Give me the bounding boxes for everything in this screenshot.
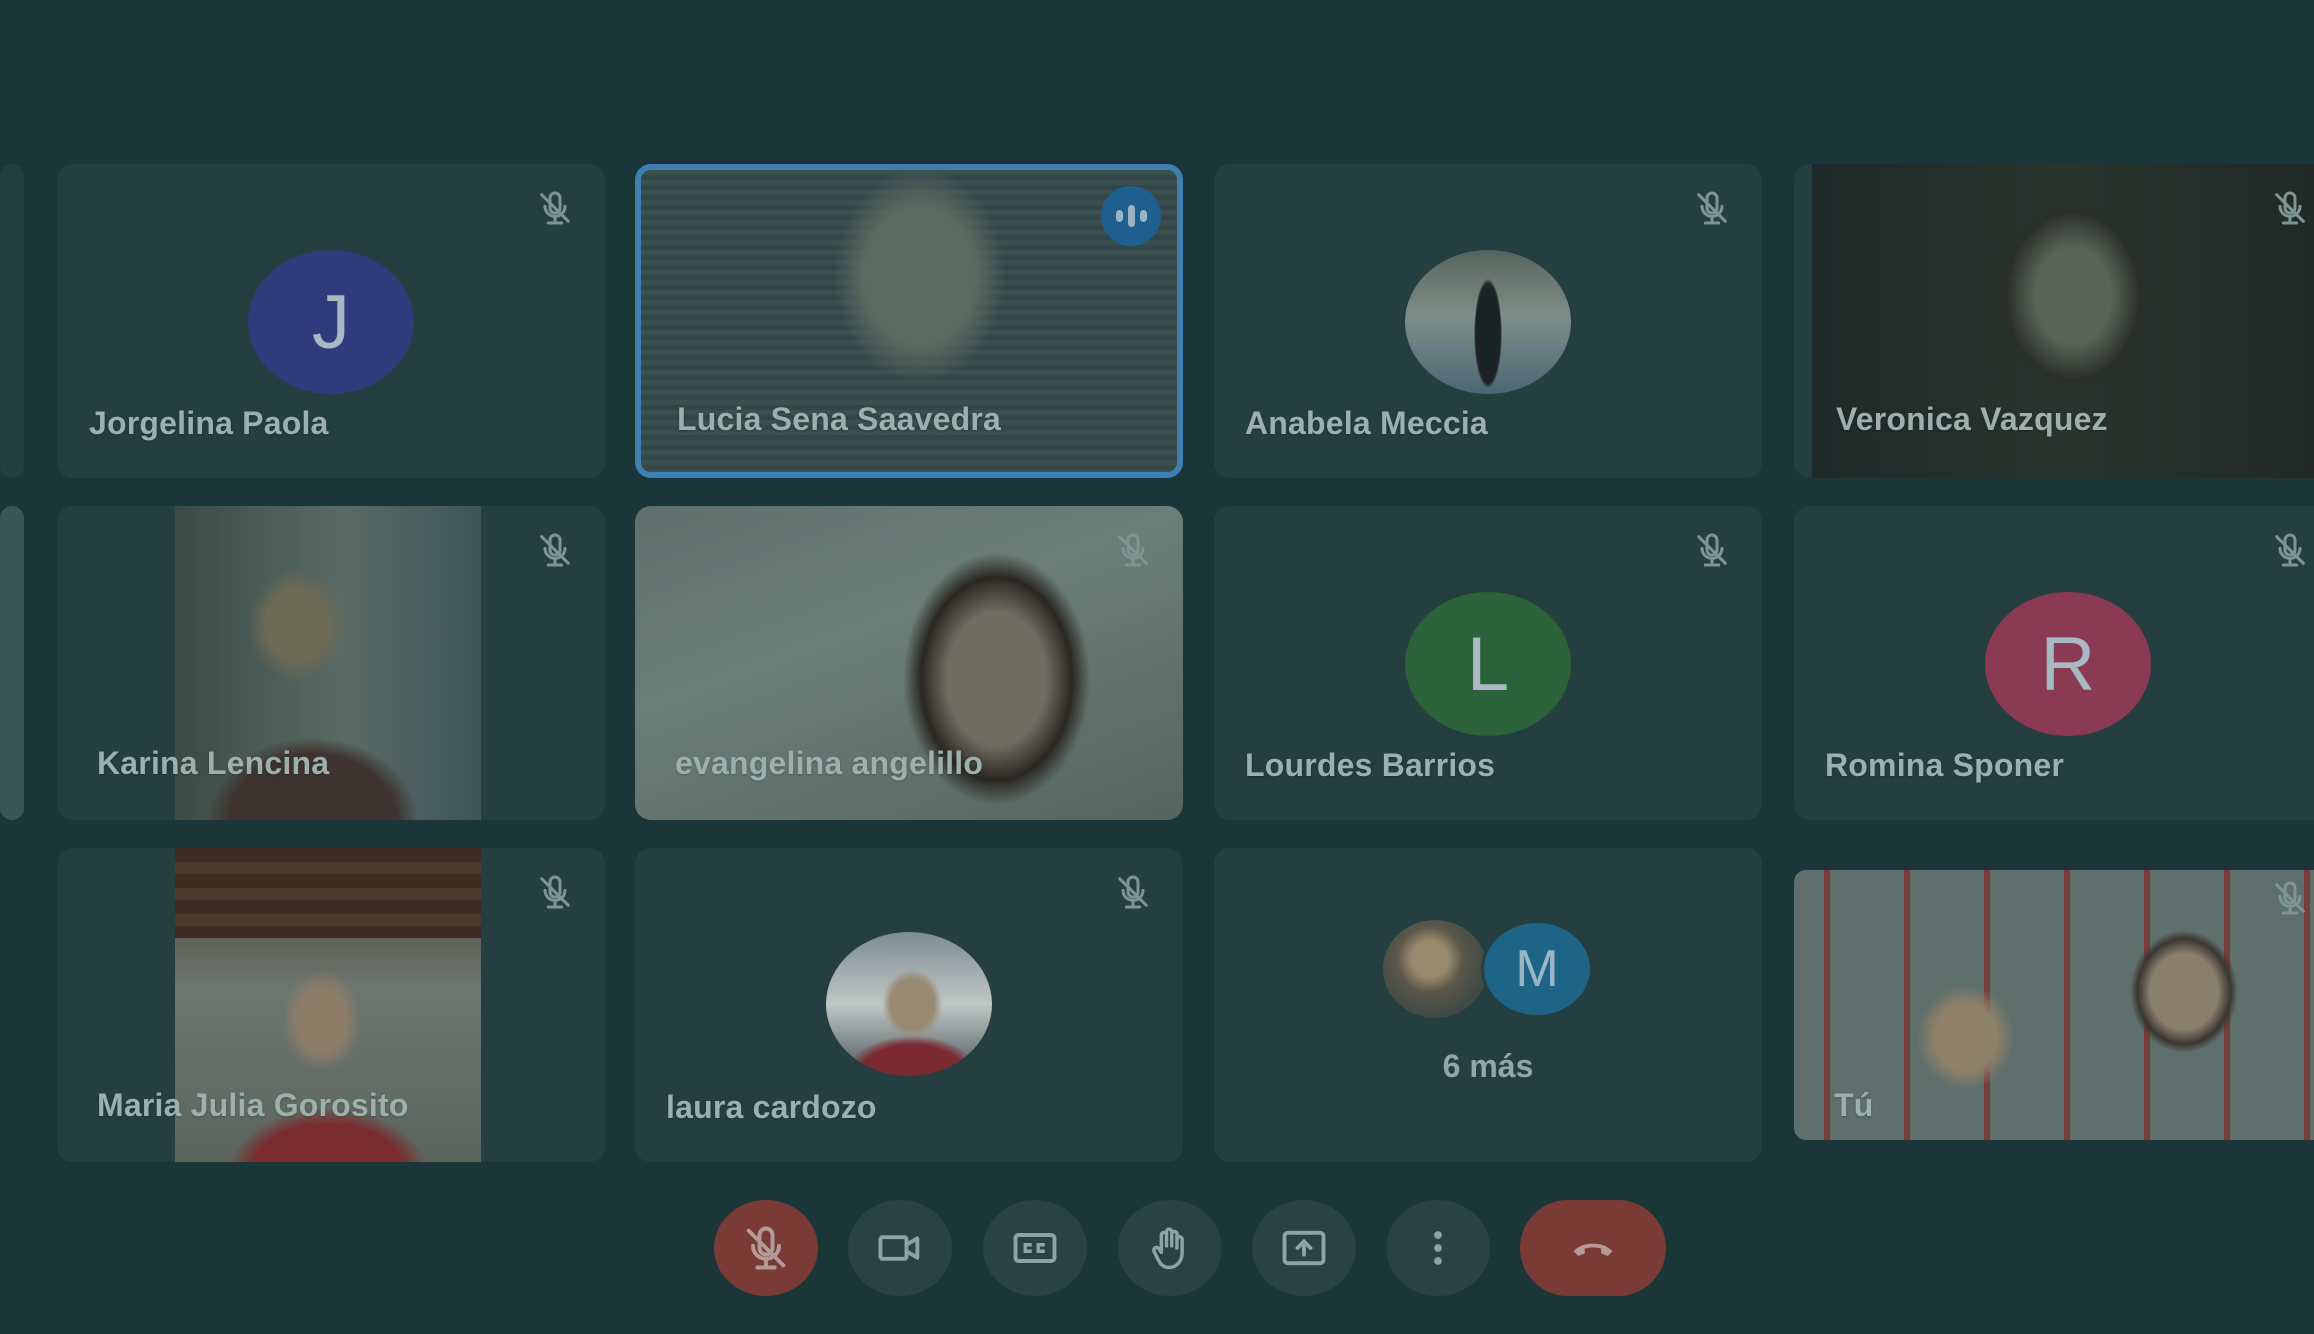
mic-muted-icon: [535, 188, 575, 228]
participant-tile-karina[interactable]: Karina Lencina: [57, 506, 605, 820]
mic-off-icon: [746, 1226, 786, 1270]
avatar-initial: J: [312, 279, 350, 365]
participant-tile-maria-julia[interactable]: Maria Julia Gorosito: [57, 848, 605, 1162]
participant-name: Tú: [1834, 1087, 1874, 1123]
self-view-tile[interactable]: Tú: [1794, 848, 2314, 1162]
meeting-stage: J Jorgelina Paola Lucia Sena Saavedra An…: [0, 0, 2314, 1334]
more-options-button[interactable]: [1386, 1200, 1490, 1296]
present-screen-icon: [1282, 1230, 1326, 1266]
mic-muted-icon: [1113, 530, 1153, 570]
participant-name: Lourdes Barrios: [1245, 747, 1496, 783]
participant-tile-evangelina[interactable]: evangelina angelillo: [635, 506, 1183, 820]
mic-muted-icon: [1692, 530, 1732, 570]
toggle-microphone-button[interactable]: [714, 1200, 818, 1296]
participant-tile-laura[interactable]: laura cardozo: [635, 848, 1183, 1162]
overflow-avatars: M: [1383, 920, 1593, 1020]
captions-button[interactable]: [983, 1200, 1087, 1296]
participant-name: evangelina angelillo: [675, 745, 984, 781]
participant-name: Anabela Meccia: [1245, 405, 1488, 441]
partial-tile-left-2: [0, 506, 24, 820]
present-screen-button[interactable]: [1252, 1200, 1356, 1296]
avatar-initial: L: [1466, 621, 1510, 707]
participant-name: Veronica Vazquez: [1836, 401, 2108, 437]
mic-muted-icon: [1113, 872, 1153, 912]
participant-tile-lourdes[interactable]: L Lourdes Barrios: [1214, 506, 1762, 820]
raise-hand-icon: [1152, 1227, 1184, 1270]
participant-tile-veronica[interactable]: Veronica Vazquez: [1794, 164, 2314, 478]
mic-muted-icon: [535, 530, 575, 570]
mic-muted-icon: [1692, 188, 1732, 228]
captions-icon: [1013, 1233, 1057, 1263]
participant-name: Karina Lencina: [97, 745, 330, 781]
avatar: [826, 932, 992, 1076]
participant-tile-lucia[interactable]: Lucia Sena Saavedra: [635, 164, 1183, 478]
mic-muted-icon: [535, 872, 575, 912]
leave-call-button[interactable]: [1520, 1200, 1666, 1296]
avatar: R: [1985, 592, 2151, 736]
camera-icon: [878, 1235, 920, 1261]
participant-name: Jorgelina Paola: [89, 405, 329, 441]
avatar: L: [1405, 592, 1571, 736]
toggle-camera-button[interactable]: [848, 1200, 952, 1296]
avatar: J: [248, 250, 414, 394]
participant-tile-jorgelina[interactable]: J Jorgelina Paola: [57, 164, 605, 478]
more-participants-tile[interactable]: M 6 más: [1214, 848, 1762, 1162]
speaking-indicator-icon: [1101, 186, 1161, 246]
mic-muted-icon: [2270, 878, 2310, 918]
partial-tile-left-1: [0, 164, 24, 478]
more-options-icon: [1434, 1231, 1442, 1265]
participant-tile-romina[interactable]: R Romina Sponer: [1794, 506, 2314, 820]
leave-call-icon: [1573, 1243, 1613, 1257]
avatar: [1405, 250, 1571, 394]
participant-name: laura cardozo: [666, 1089, 877, 1125]
participant-name: Maria Julia Gorosito: [97, 1087, 409, 1123]
mic-muted-icon: [2270, 530, 2310, 570]
avatar-initial: M: [1515, 940, 1559, 998]
more-participants-count: 6 más: [1442, 1048, 1534, 1084]
participant-name: Lucia Sena Saavedra: [677, 401, 1001, 437]
avatar-initial: R: [2040, 621, 2096, 707]
avatar: [1383, 920, 1487, 1018]
participant-tile-anabela[interactable]: Anabela Meccia: [1214, 164, 1762, 478]
raise-hand-button[interactable]: [1118, 1200, 1222, 1296]
call-controls: [0, 1200, 2314, 1296]
participant-name: Romina Sponer: [1825, 747, 2065, 783]
avatar: M: [1481, 920, 1593, 1018]
mic-muted-icon: [2270, 188, 2310, 228]
